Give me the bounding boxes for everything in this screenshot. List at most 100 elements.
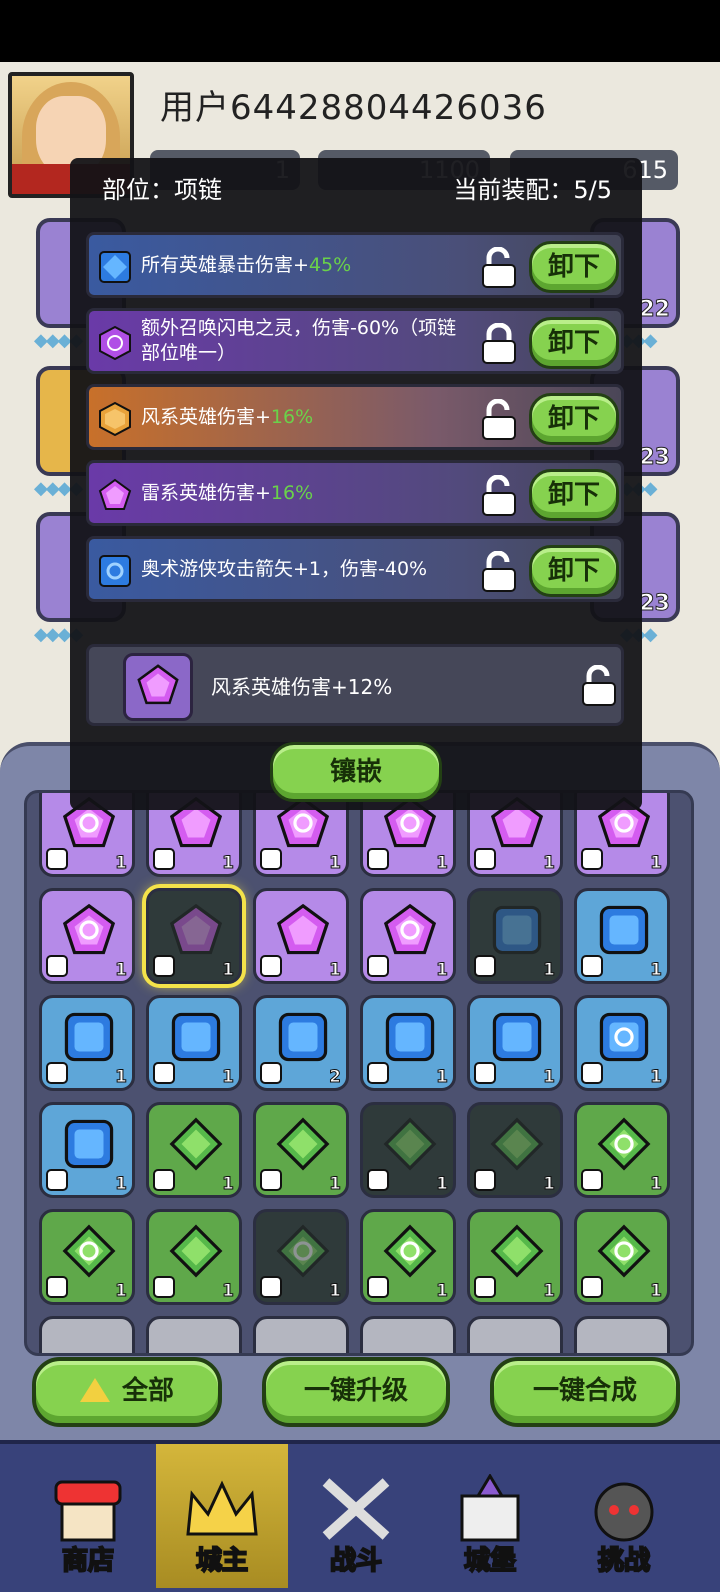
gem-count: 1	[329, 853, 342, 874]
inventory-gem-cell[interactable]: 1	[253, 1209, 349, 1305]
gem-count: 1	[650, 960, 663, 981]
gem-count: 1	[543, 960, 556, 981]
blue-gem-icon	[599, 905, 649, 955]
slot-type-icon	[46, 1276, 68, 1298]
inventory-gem-cell[interactable]: 1	[360, 1102, 456, 1198]
inventory-gem-cell[interactable]: 1	[360, 888, 456, 984]
inventory-gem-cell[interactable]: 1	[574, 1209, 670, 1305]
green-gem-icon	[276, 1224, 330, 1278]
green-gem-icon	[597, 1117, 651, 1171]
inventory-gem-cell[interactable]: 1	[467, 888, 563, 984]
row-text: 奥术游侠攻击箭矢+1，伤害-40%	[141, 557, 428, 580]
purple-spiral-gem-icon	[99, 325, 131, 361]
unequip-button[interactable]: 卸下	[529, 241, 619, 293]
row-text: 所有英雄暴击伤害+45%	[141, 253, 352, 276]
slot-type-icon	[581, 1062, 603, 1084]
equip-count: 当前装配：5/5	[453, 176, 612, 204]
inventory-gem-cell[interactable]: 1	[39, 995, 135, 1091]
equipped-row-4: 雷系英雄伤害+16% 卸下	[86, 460, 624, 526]
unlock-icon[interactable]	[579, 665, 619, 707]
inventory-empty-cell[interactable]	[467, 1316, 563, 1353]
unlock-icon[interactable]	[479, 475, 519, 517]
inventory-gem-cell[interactable]: 1	[253, 1102, 349, 1198]
unequip-button[interactable]: 卸下	[529, 317, 619, 369]
equipped-row-2: 额外召唤闪电之灵，伤害-60%（项链部位唯一） 卸下	[86, 308, 624, 374]
gem-count: 1	[650, 1281, 663, 1302]
nav-castle[interactable]: 城堡	[424, 1444, 556, 1588]
inventory-grid: 1 1 1 1 1 1 1 1 1 1 1 1 1 1 2 1 1 1 1 1 1 1 1 1 1 1 1 1 1 1	[24, 790, 694, 1356]
unequip-button[interactable]: 卸下	[529, 469, 619, 521]
gem-count: 1	[329, 960, 342, 981]
inventory-gem-cell[interactable]: 1	[360, 995, 456, 1091]
slot-type-icon	[581, 1276, 603, 1298]
gem-count: 1	[650, 1174, 663, 1195]
green-gem-icon	[169, 1224, 223, 1278]
inventory-gem-cell[interactable]: 1	[39, 1209, 135, 1305]
nav-shop[interactable]: 商店	[22, 1444, 154, 1588]
lock-icon[interactable]	[479, 323, 519, 365]
filter-all-button[interactable]: 全部	[32, 1357, 222, 1427]
blue-gem-icon	[171, 1012, 221, 1062]
inventory-empty-cell[interactable]	[574, 1316, 670, 1353]
green-gem-icon	[490, 1117, 544, 1171]
upgrade-all-button[interactable]: 一键升级	[262, 1357, 450, 1427]
green-gem-icon	[383, 1224, 437, 1278]
unlock-icon[interactable]	[479, 551, 519, 593]
gem-count: 1	[222, 1174, 235, 1195]
inventory-gem-cell[interactable]: 1	[467, 995, 563, 1091]
blue-gem-icon	[599, 1012, 649, 1062]
merge-all-button[interactable]: 一键合成	[490, 1357, 680, 1427]
gem-count: 1	[115, 1067, 128, 1088]
gem-count: 1	[436, 960, 449, 981]
inventory-gem-cell[interactable]: 1	[574, 1102, 670, 1198]
gem-count: 2	[329, 1067, 342, 1088]
purple-gem-icon	[137, 664, 179, 705]
unlock-icon[interactable]	[479, 399, 519, 441]
gem-count: 1	[222, 853, 235, 874]
inventory-empty-cell[interactable]	[146, 1316, 242, 1353]
inventory-gem-cell[interactable]: 1	[574, 995, 670, 1091]
nav-lord[interactable]: 城主	[156, 1444, 288, 1588]
gem-count: 1	[115, 960, 128, 981]
slot-type-icon	[153, 1169, 175, 1191]
inventory-gem-cell[interactable]: 1	[146, 1102, 242, 1198]
inventory-empty-cell[interactable]	[360, 1316, 456, 1353]
inventory-gem-cell[interactable]: 1	[360, 1209, 456, 1305]
slot-type-icon	[46, 1169, 68, 1191]
gem-count: 1	[329, 1281, 342, 1302]
username: 用户64428804426036	[160, 88, 547, 128]
equipped-row-5: 奥术游侠攻击箭矢+1，伤害-40% 卸下	[86, 536, 624, 602]
gem-count: 1	[115, 1281, 128, 1302]
inlay-button[interactable]: 镶嵌	[270, 742, 442, 802]
gem-count: 1	[543, 1174, 556, 1195]
candidate-gem-row[interactable]: 风系英雄伤害+12%	[86, 644, 624, 726]
inventory-gem-cell[interactable]: 1	[146, 995, 242, 1091]
inventory-gem-cell[interactable]: 1	[39, 1102, 135, 1198]
inventory-gem-cell[interactable]: 1	[467, 1209, 563, 1305]
inventory-gem-cell[interactable]: 1	[253, 888, 349, 984]
slot-type-icon	[260, 1169, 282, 1191]
unequip-button[interactable]: 卸下	[529, 545, 619, 597]
inventory-empty-cell[interactable]	[253, 1316, 349, 1353]
nav-challenge[interactable]: 挑战	[558, 1444, 690, 1588]
candidate-gem-slot[interactable]	[123, 653, 193, 721]
unlock-icon[interactable]	[479, 247, 519, 289]
castle-icon	[460, 1474, 520, 1542]
green-gem-icon	[383, 1117, 437, 1171]
inventory-gem-cell[interactable]: 1	[39, 888, 135, 984]
blue-gem-icon	[492, 905, 542, 955]
inventory-gem-cell[interactable]: 1	[146, 1209, 242, 1305]
slot-type-icon	[153, 955, 175, 977]
slot-type-icon	[367, 1169, 389, 1191]
candidate-text: 风系英雄伤害+12%	[211, 674, 393, 699]
triangle-icon	[79, 1378, 110, 1402]
slot-type-icon	[367, 1062, 389, 1084]
nav-battle[interactable]: 战斗	[290, 1444, 422, 1588]
slot-type-icon	[474, 955, 496, 977]
inventory-gem-cell[interactable]: 2	[253, 995, 349, 1091]
inventory-empty-cell[interactable]	[39, 1316, 135, 1353]
inventory-gem-cell[interactable]: 1	[574, 888, 670, 984]
unequip-button[interactable]: 卸下	[529, 393, 619, 445]
inventory-gem-cell[interactable]: 1	[467, 1102, 563, 1198]
inventory-gem-cell[interactable]: 1	[146, 888, 242, 984]
